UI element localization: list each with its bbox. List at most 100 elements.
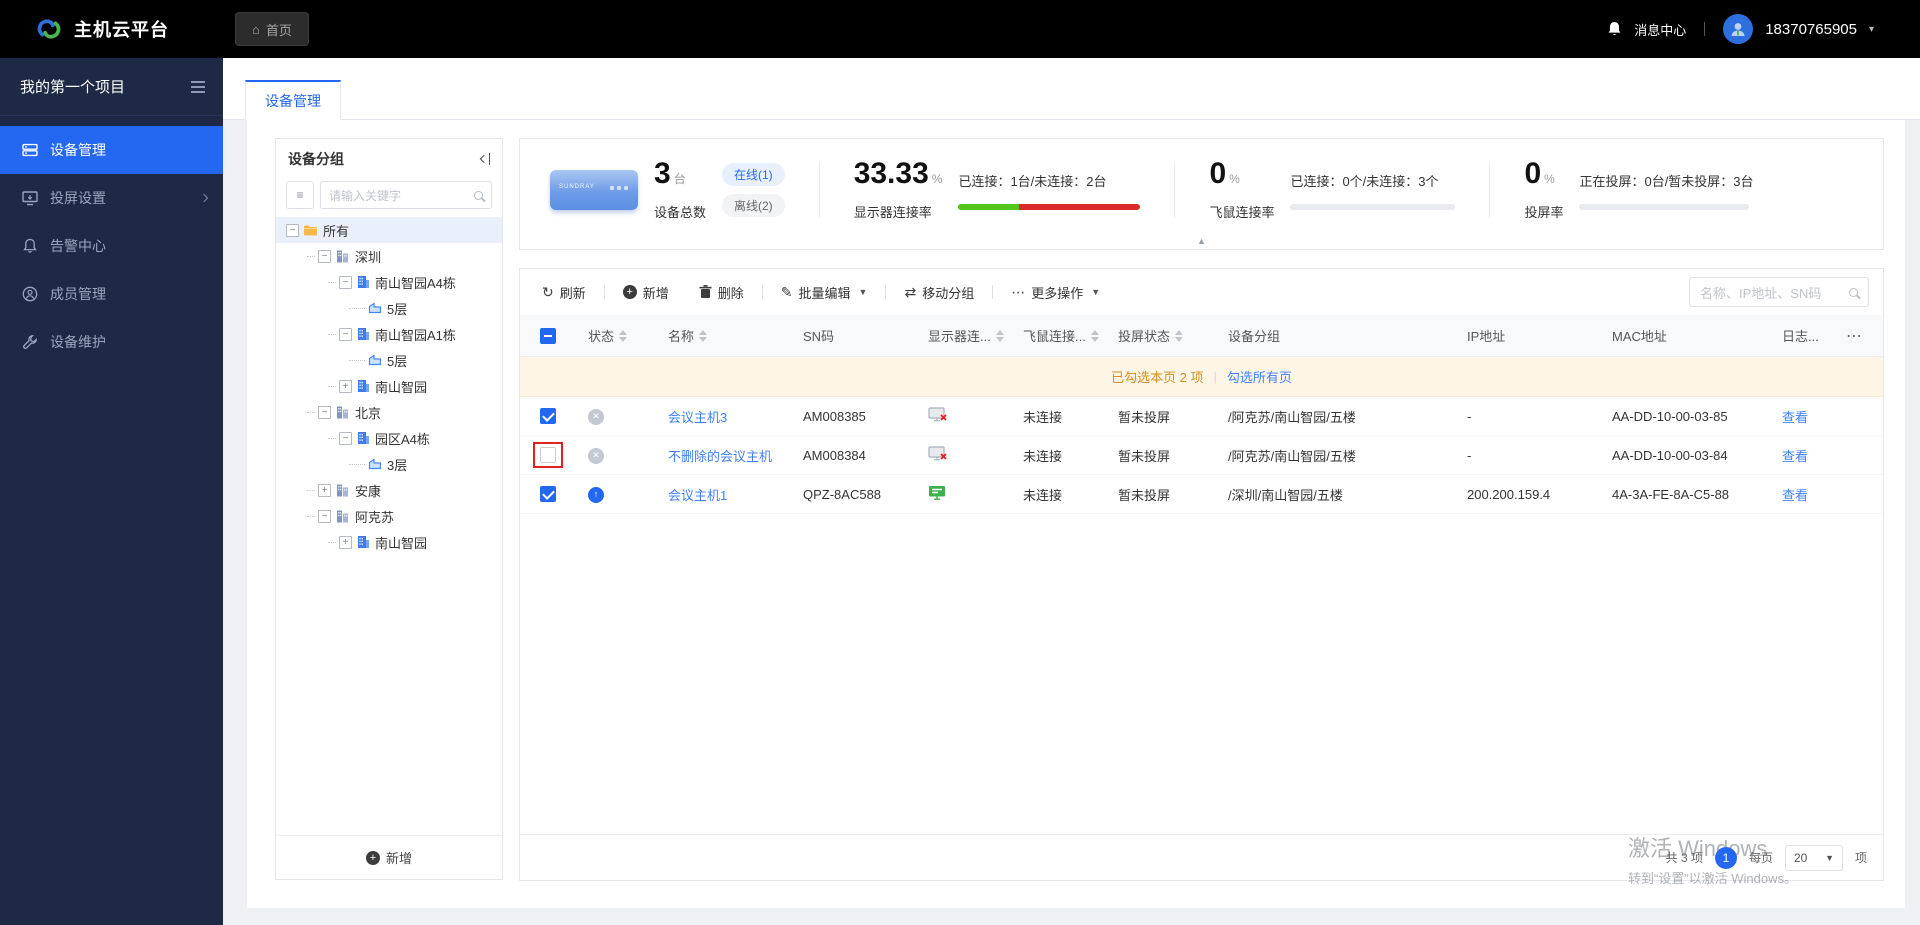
add-device-button[interactable]: + 新增 xyxy=(623,283,669,302)
tree-node-阿克苏[interactable]: −阿克苏 xyxy=(276,503,502,529)
tree-node-园区A4栋[interactable]: − 园区A4栋 xyxy=(276,425,502,451)
panel-collapse-icon[interactable] xyxy=(481,153,491,165)
tree-node-3层[interactable]: 3层 xyxy=(276,451,502,477)
page-size-select[interactable]: 20 ▼ xyxy=(1785,845,1843,871)
select-all-checkbox[interactable] xyxy=(540,328,556,344)
notification-bell-icon[interactable] xyxy=(1607,21,1622,37)
column-settings-icon[interactable]: ⋯ xyxy=(1830,326,1880,346)
column-header-飞鼠连接...[interactable]: 飞鼠连接... xyxy=(1011,326,1106,345)
mac-cell: 4A-3A-FE-8A-C5-88 xyxy=(1600,487,1770,502)
sort-arrows-icon[interactable] xyxy=(1091,330,1099,342)
column-header-投屏状态[interactable]: 投屏状态 xyxy=(1106,326,1216,345)
checkbox-wrap xyxy=(540,447,556,463)
sort-arrows-icon[interactable] xyxy=(619,330,627,342)
tree-node-5层[interactable]: 5层 xyxy=(276,295,502,321)
device-name-cell: 会议主机3 xyxy=(656,407,791,426)
tree-expand-icon[interactable]: + xyxy=(318,484,331,497)
column-header-状态[interactable]: 状态 xyxy=(576,326,656,345)
row-checkbox-cell xyxy=(520,408,576,424)
keyword-search-input[interactable]: 请输入关键字 xyxy=(320,181,492,209)
device-name-link[interactable]: 会议主机1 xyxy=(668,488,727,503)
sort-arrows-icon[interactable] xyxy=(1175,330,1183,342)
keyword-placeholder: 请输入关键字 xyxy=(329,187,401,204)
offline-count-badge[interactable]: 离线(2) xyxy=(722,194,785,217)
tree-collapse-icon[interactable]: − xyxy=(318,406,331,419)
alarm-bell-icon xyxy=(22,238,38,254)
row-checkbox[interactable] xyxy=(540,447,556,463)
tree-node-南山智园A4栋[interactable]: −南山智园A4栋 xyxy=(276,269,502,295)
user-menu-caret-icon[interactable]: ▾ xyxy=(1869,24,1874,35)
refresh-button[interactable]: ↻ 刷新 xyxy=(542,283,586,302)
column-header-日志...[interactable]: 日志... xyxy=(1770,326,1830,345)
tree-expand-icon[interactable]: + xyxy=(339,536,352,549)
header-divider xyxy=(1704,22,1705,36)
tree-node-深圳[interactable]: −深圳 xyxy=(276,243,502,269)
sort-arrows-icon[interactable] xyxy=(996,330,1004,342)
tree-collapse-icon[interactable]: − xyxy=(318,510,331,523)
add-group-button[interactable]: + 新增 xyxy=(276,835,502,879)
sort-arrows-icon[interactable] xyxy=(699,330,707,342)
table-search-placeholder: 名称、IP地址、SN码 xyxy=(1700,283,1821,302)
ip-cell: - xyxy=(1455,409,1600,424)
plus-circle-icon: + xyxy=(623,285,637,299)
row-checkbox[interactable] xyxy=(540,408,556,424)
tree-node-南山智园A1栋[interactable]: −南山智园A1栋 xyxy=(276,321,502,347)
view-log-link[interactable]: 查看 xyxy=(1782,410,1808,425)
more-actions-button[interactable]: ⋯ 更多操作 ▼ xyxy=(1011,283,1100,302)
tree-collapse-icon[interactable]: − xyxy=(318,250,331,263)
tree-expand-icon[interactable]: + xyxy=(339,380,352,393)
selected-count-text: 已勾选本页 2 项 xyxy=(1111,367,1203,386)
table-body: ✕会议主机3AM008385未连接暂未投屏/阿克苏/南山智园/五楼-AA-DD-… xyxy=(520,397,1883,514)
device-name-link[interactable]: 不删除的会议主机 xyxy=(668,449,772,464)
sidebar-item-告警中心[interactable]: 告警中心 xyxy=(0,222,223,270)
tab-strip: 设备管理 xyxy=(223,58,1920,120)
column-header-设备分组[interactable]: 设备分组 xyxy=(1216,326,1455,345)
column-header-MAC地址[interactable]: MAC地址 xyxy=(1600,326,1770,345)
stats-collapse-arrow-icon[interactable]: ▲ xyxy=(1179,234,1224,248)
tree-node-南山智园[interactable]: +南山智园 xyxy=(276,373,502,399)
move-group-button[interactable]: ⇄ 移动分组 xyxy=(904,283,974,302)
tree-expand-toggle-button[interactable]: ≡ xyxy=(286,181,314,209)
sidebar-item-投屏设置[interactable]: 投屏设置 xyxy=(0,174,223,222)
group-path-cell: /阿克苏/南山智园/五楼 xyxy=(1216,407,1455,426)
tree-node-所有[interactable]: −所有 xyxy=(276,217,502,243)
sidebar-collapse-icon[interactable] xyxy=(191,81,205,93)
project-title: 我的第一个项目 xyxy=(20,76,125,97)
sidebar-item-设备管理[interactable]: 设备管理 xyxy=(0,126,223,174)
tree-node-北京[interactable]: −北京 xyxy=(276,399,502,425)
view-log-link[interactable]: 查看 xyxy=(1782,488,1808,503)
tree-collapse-icon[interactable]: − xyxy=(339,276,352,289)
tree-node-label: 园区A4栋 xyxy=(375,429,430,448)
tree-node-安康[interactable]: +安康 xyxy=(276,477,502,503)
user-avatar[interactable] xyxy=(1723,14,1753,44)
sidebar-item-成员管理[interactable]: 成员管理 xyxy=(0,270,223,318)
device-name-link[interactable]: 会议主机3 xyxy=(668,410,727,425)
toolbar-divider xyxy=(885,285,886,299)
tree-node-南山智园[interactable]: + 南山智园 xyxy=(276,529,502,555)
toolbar-divider xyxy=(604,285,605,299)
page-1-button[interactable]: 1 xyxy=(1715,847,1737,869)
tab-device-management[interactable]: 设备管理 xyxy=(245,80,341,120)
select-all-pages-link[interactable]: 勾选所有页 xyxy=(1227,367,1292,386)
online-count-badge[interactable]: 在线(1) xyxy=(722,163,785,186)
plus-icon: + xyxy=(366,851,380,865)
stat-mouse-rate: 0% 飞鼠连接率 已连接：0个/未连接：3个 xyxy=(1209,159,1455,221)
delete-button[interactable]: 删除 xyxy=(699,283,744,302)
table-search-input[interactable]: 名称、IP地址、SN码 xyxy=(1689,277,1869,307)
tree-node-label: 南山智园 xyxy=(375,533,427,552)
row-checkbox[interactable] xyxy=(540,486,556,502)
column-header-IP地址[interactable]: IP地址 xyxy=(1455,326,1600,345)
column-header-显示器连...[interactable]: 显示器连... xyxy=(916,326,1011,345)
column-header-名称[interactable]: 名称 xyxy=(656,326,791,345)
message-center-link[interactable]: 消息中心 xyxy=(1634,20,1686,39)
tree-collapse-icon[interactable]: − xyxy=(286,224,299,237)
tree-collapse-icon[interactable]: − xyxy=(339,328,352,341)
username-text[interactable]: 18370765905 xyxy=(1765,21,1857,38)
sidebar-item-设备维护[interactable]: 设备维护 xyxy=(0,318,223,366)
home-button[interactable]: ⌂ 首页 xyxy=(235,12,309,46)
column-header-SN码[interactable]: SN码 xyxy=(791,326,916,345)
tree-node-5层[interactable]: 5层 xyxy=(276,347,502,373)
view-log-link[interactable]: 查看 xyxy=(1782,449,1808,464)
tree-collapse-icon[interactable]: − xyxy=(339,432,352,445)
batch-edit-button[interactable]: ✎ 批量编辑 ▼ xyxy=(781,283,868,302)
